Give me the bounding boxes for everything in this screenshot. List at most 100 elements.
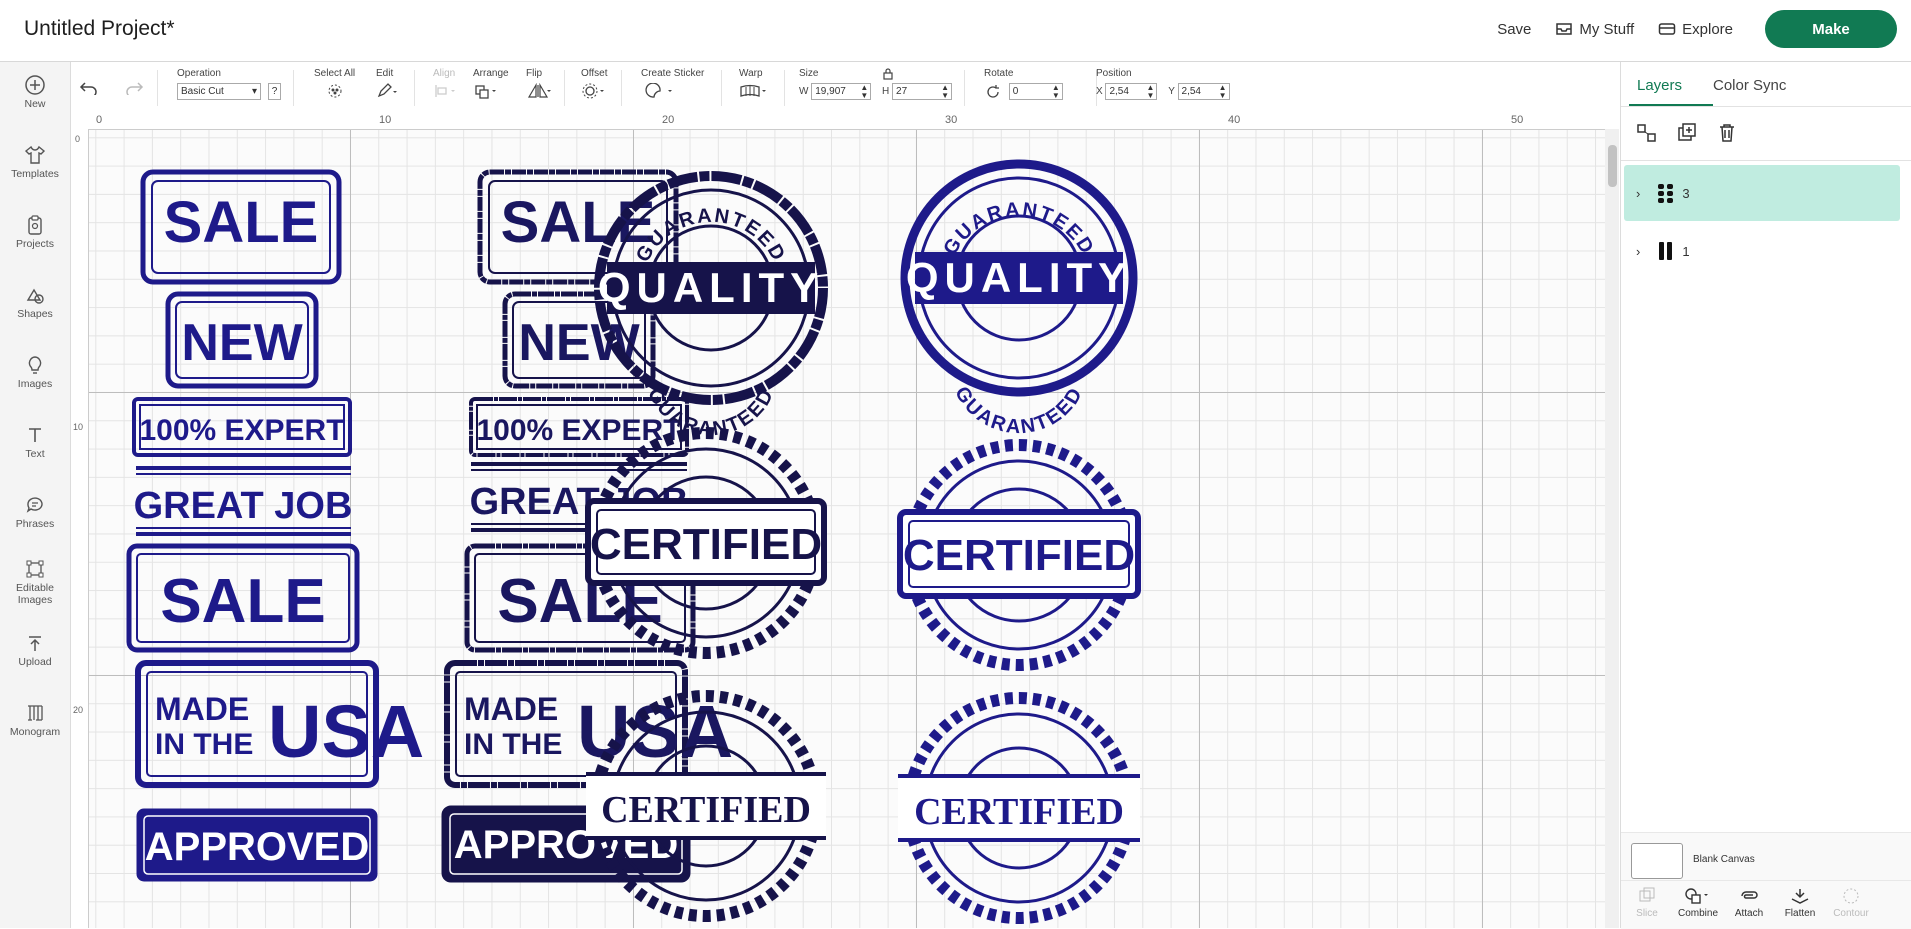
layers-list: › 3 › 1 <box>1621 160 1911 761</box>
flip-button[interactable]: Flip <box>526 68 552 102</box>
edit-button[interactable]: Edit <box>376 68 398 102</box>
my-stuff-button[interactable]: My Stuff <box>1555 21 1634 38</box>
select-all-button[interactable]: Select All <box>314 68 355 102</box>
sidebar-item-shapes[interactable]: Shapes <box>0 284 70 320</box>
stamp-sale-1[interactable]: SALE <box>140 169 342 285</box>
chevron-right-icon: › <box>1636 243 1641 259</box>
layer-row-group-1[interactable]: › 1 <box>1624 223 1900 279</box>
edit-label: Edit <box>376 68 394 79</box>
stamp-sale-2[interactable]: SALE <box>126 543 360 653</box>
attach-button[interactable]: Attach <box>1724 887 1774 919</box>
project-title[interactable]: Untitled Project* <box>24 17 175 41</box>
vertical-scrollbar[interactable] <box>1605 129 1619 928</box>
paperclip-icon <box>1741 891 1758 899</box>
stamp-text: SALE <box>160 567 325 636</box>
offset-button[interactable]: Offset <box>581 68 608 102</box>
stamp-certified[interactable]: CERTIFIED <box>897 439 1141 671</box>
undo-icon <box>79 82 97 98</box>
align-icon <box>435 85 455 97</box>
stamp-new-1[interactable]: NEW <box>165 291 319 389</box>
align-label: Align <box>433 68 456 79</box>
sidebar-item-editable-images[interactable]: Editable Images <box>0 558 70 606</box>
blank-canvas-row[interactable]: Blank Canvas <box>1621 832 1911 881</box>
save-label: Save <box>1497 20 1532 38</box>
stamp-arc-text: GUARANTEED <box>939 199 1098 260</box>
x-input[interactable]: 2,54 ▲ ▼ <box>1105 83 1158 100</box>
position-group: Position X 2,54 ▲ ▼ Y 2,54 ▲ ▼ <box>1096 68 1230 100</box>
stamp-quality[interactable]: QUALITY GUARANTEED GUARANTEED <box>900 159 1138 438</box>
arrange-label: Arrange <box>473 68 509 79</box>
blank-canvas-swatch[interactable] <box>1631 843 1683 879</box>
contour-icon <box>1843 888 1859 904</box>
stamp-arc-path: GUARANTEED <box>632 205 788 266</box>
group-icon <box>1637 124 1656 142</box>
duplicate-button[interactable] <box>1675 122 1699 149</box>
undo-button[interactable] <box>79 79 99 98</box>
save-button[interactable]: Save <box>1497 21 1531 38</box>
explore-button[interactable]: Explore <box>1658 21 1733 38</box>
my-stuff-label: My Stuff <box>1579 20 1635 38</box>
stamp-great-job-1[interactable]: GREAT JOB <box>134 466 353 536</box>
stamp-certified-banner[interactable]: CERTIFIED <box>898 692 1140 924</box>
warp-button[interactable]: Warp <box>739 68 769 102</box>
width-input[interactable]: 19,907 ▲ ▼ <box>811 83 872 100</box>
stamp-artwork[interactable]: SALE NEW 100% EXPERT GREAT JOB SALE MADE… <box>71 112 1601 928</box>
sidebar-label: Projects <box>16 238 54 250</box>
layer-row-group-3[interactable]: › 3 <box>1624 165 1900 221</box>
rotate-label: Rotate <box>984 68 1014 79</box>
stamp-text: 100% EXPERT <box>139 414 344 447</box>
select-all-icon <box>328 84 342 98</box>
lock-aspect-button[interactable] <box>882 67 894 83</box>
sidebar-item-monogram[interactable]: Monogram <box>0 702 70 738</box>
sidebar-item-images[interactable]: Images <box>0 354 70 390</box>
arrange-icon <box>475 85 496 99</box>
sidebar-item-templates[interactable]: Templates <box>0 144 70 180</box>
delete-button[interactable] <box>1715 122 1739 149</box>
rotate-input[interactable]: 0 ▲ ▼ <box>1008 83 1063 100</box>
arrange-button[interactable]: Arrange <box>473 68 509 102</box>
operation-label: Operation <box>177 68 221 79</box>
operation-help-button[interactable]: ? <box>267 83 282 100</box>
scrollbar-thumb[interactable] <box>1608 145 1617 187</box>
sidebar-item-text[interactable]: Text <box>0 424 70 460</box>
stamp-approved-1[interactable]: APPROVED <box>136 808 378 882</box>
sidebar-label: Templates <box>11 168 59 180</box>
flatten-button[interactable]: Flatten <box>1775 887 1825 919</box>
sidebar-label: Upload <box>18 656 52 668</box>
stamp-expert-1[interactable]: 100% EXPERT <box>132 397 352 457</box>
sidebar-item-new[interactable]: New <box>0 74 70 110</box>
design-canvas[interactable]: 0 10 20 30 40 50 0 10 20 SALE NEW 100% E… <box>71 112 1619 928</box>
sidebar-item-phrases[interactable]: Phrases <box>0 494 70 530</box>
size-group: Size W 19,907 ▲ ▼ H 27 ▲ ▼ <box>799 68 953 100</box>
operation-select[interactable]: Basic Cut ▾ <box>177 83 261 100</box>
create-sticker-button[interactable]: Create Sticker <box>641 68 704 102</box>
sidebar-item-projects[interactable]: Projects <box>0 214 70 250</box>
stamp-text: NEW <box>181 314 303 372</box>
tab-color-sync[interactable]: Color Sync <box>1713 77 1786 94</box>
stamp-text: QUALITY <box>906 254 1132 301</box>
y-input[interactable]: 2,54 ▲ ▼ <box>1177 83 1230 100</box>
redo-button[interactable] <box>124 79 144 98</box>
shapes-icon <box>26 288 44 304</box>
warp-label: Warp <box>739 68 763 79</box>
plus-circle-icon <box>25 75 45 95</box>
group-button[interactable] <box>1635 122 1659 149</box>
stamp-text: CERTIFIED <box>601 789 811 831</box>
stamp-made-usa-1[interactable]: MADE IN THE USA <box>135 660 424 788</box>
make-button[interactable]: Make <box>1765 10 1897 48</box>
height-input[interactable]: 27 ▲ ▼ <box>892 83 953 100</box>
stamp-text: MADE <box>155 691 249 727</box>
stamp-text: SALE <box>501 190 656 255</box>
tab-layers[interactable]: Layers <box>1637 77 1682 94</box>
stamp-made-usa-distressed[interactable]: MADE IN THE USA <box>444 660 733 788</box>
stamp-text: IN THE <box>464 728 562 761</box>
slice-button[interactable]: Slice <box>1622 887 1672 919</box>
offset-label: Offset <box>581 68 608 79</box>
speech-bubble-icon <box>26 497 43 513</box>
sidebar-label: Phrases <box>15 518 55 530</box>
stepper-icon: ▲ ▼ <box>860 83 869 100</box>
combine-button[interactable]: Combine <box>1673 887 1723 919</box>
contour-button[interactable]: Contour <box>1826 887 1876 919</box>
monogram-icon <box>28 705 43 721</box>
sidebar-item-upload[interactable]: Upload <box>0 632 70 668</box>
